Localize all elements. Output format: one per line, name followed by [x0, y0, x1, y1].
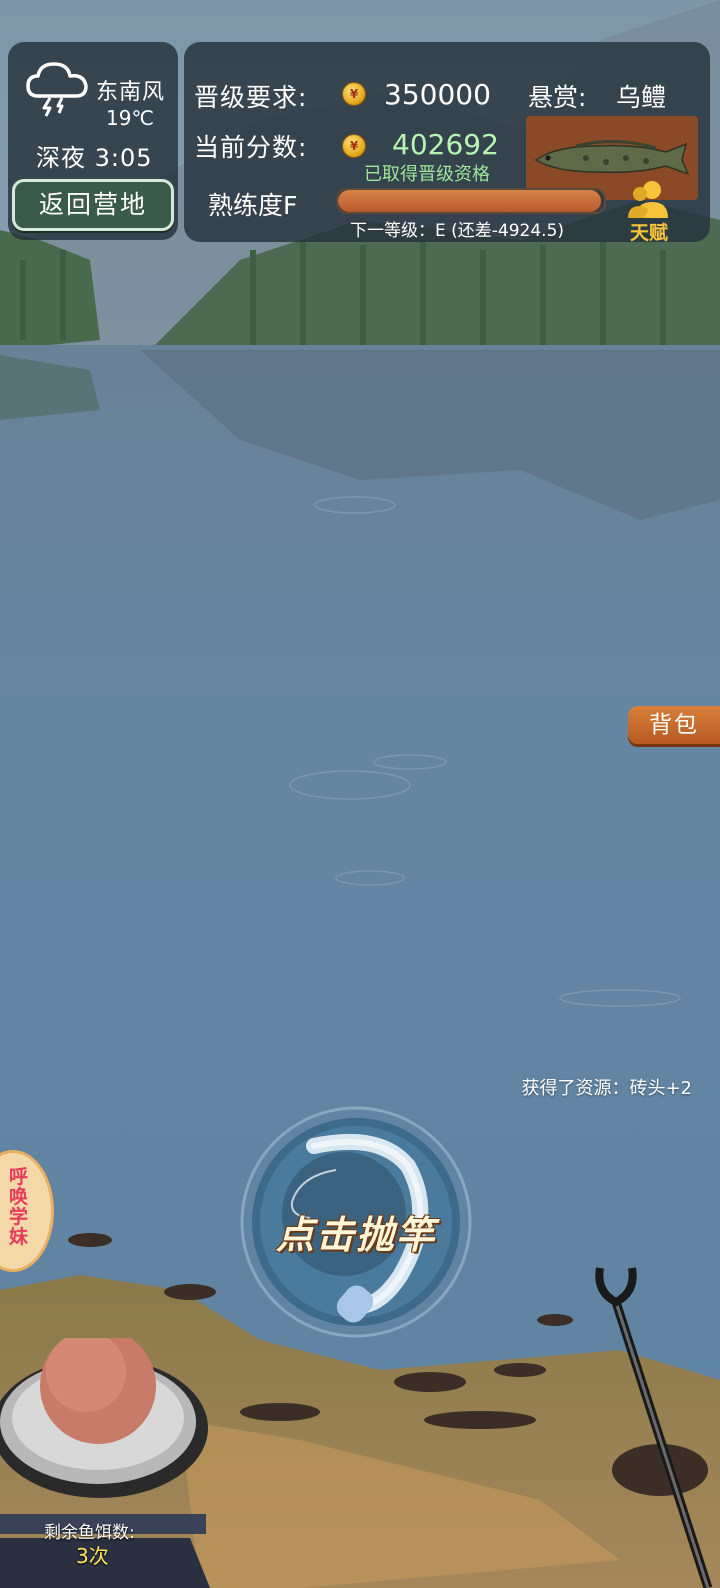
resource-toast: 获得了资源：砖头+2 — [521, 1078, 692, 1099]
score-panel: 晋级要求: ¥ 350000 当前分数: ¥ 402692 已取得晋级资格 悬赏… — [184, 42, 710, 244]
proficiency-bar-fill — [338, 190, 602, 212]
current-score-value: 402692 — [392, 128, 499, 161]
cast-rod-button[interactable]: 点击抛竿 — [240, 1106, 472, 1338]
bait-remaining-count: 3次 — [76, 1544, 109, 1568]
coin-icon: ¥ — [342, 134, 366, 158]
thunderstorm-cloud-icon — [26, 62, 88, 117]
proficiency-label: 熟练度F — [208, 191, 298, 220]
coin-icon: ¥ — [342, 82, 366, 106]
user-icon — [628, 181, 668, 218]
wind-direction: 东南风 — [96, 80, 166, 105]
requirement-label: 晋级要求: — [194, 83, 308, 112]
requirement-value: 350000 — [384, 78, 491, 111]
rod-holder-icon — [595, 1267, 713, 1588]
summon-label: 呼唤学妹 — [9, 1166, 29, 1248]
qualified-status: 已取得晋级资格 — [364, 164, 490, 185]
backpack-button[interactable]: 背包 — [628, 706, 720, 744]
bait-tray[interactable] — [0, 1338, 220, 1588]
bounty-label: 悬赏: — [528, 83, 587, 112]
talent-label: 天赋 — [629, 222, 668, 244]
weather-panel: 东南风 19℃ 深夜 3:05 返回营地 — [8, 42, 178, 240]
current-score-label: 当前分数: — [194, 133, 308, 162]
cast-rod-label: 点击抛竿 — [275, 1213, 436, 1257]
talent-button[interactable]: 天赋 — [622, 178, 676, 244]
bounty-fish-name: 乌鳢 — [616, 83, 667, 112]
game-time: 深夜 3:05 — [36, 144, 153, 172]
return-camp-button[interactable]: 返回营地 — [12, 179, 174, 231]
temperature: 19℃ — [106, 106, 154, 130]
next-level-text: 下一等级：E (还差-4924.5) — [350, 221, 565, 241]
proficiency-bar — [336, 188, 606, 214]
